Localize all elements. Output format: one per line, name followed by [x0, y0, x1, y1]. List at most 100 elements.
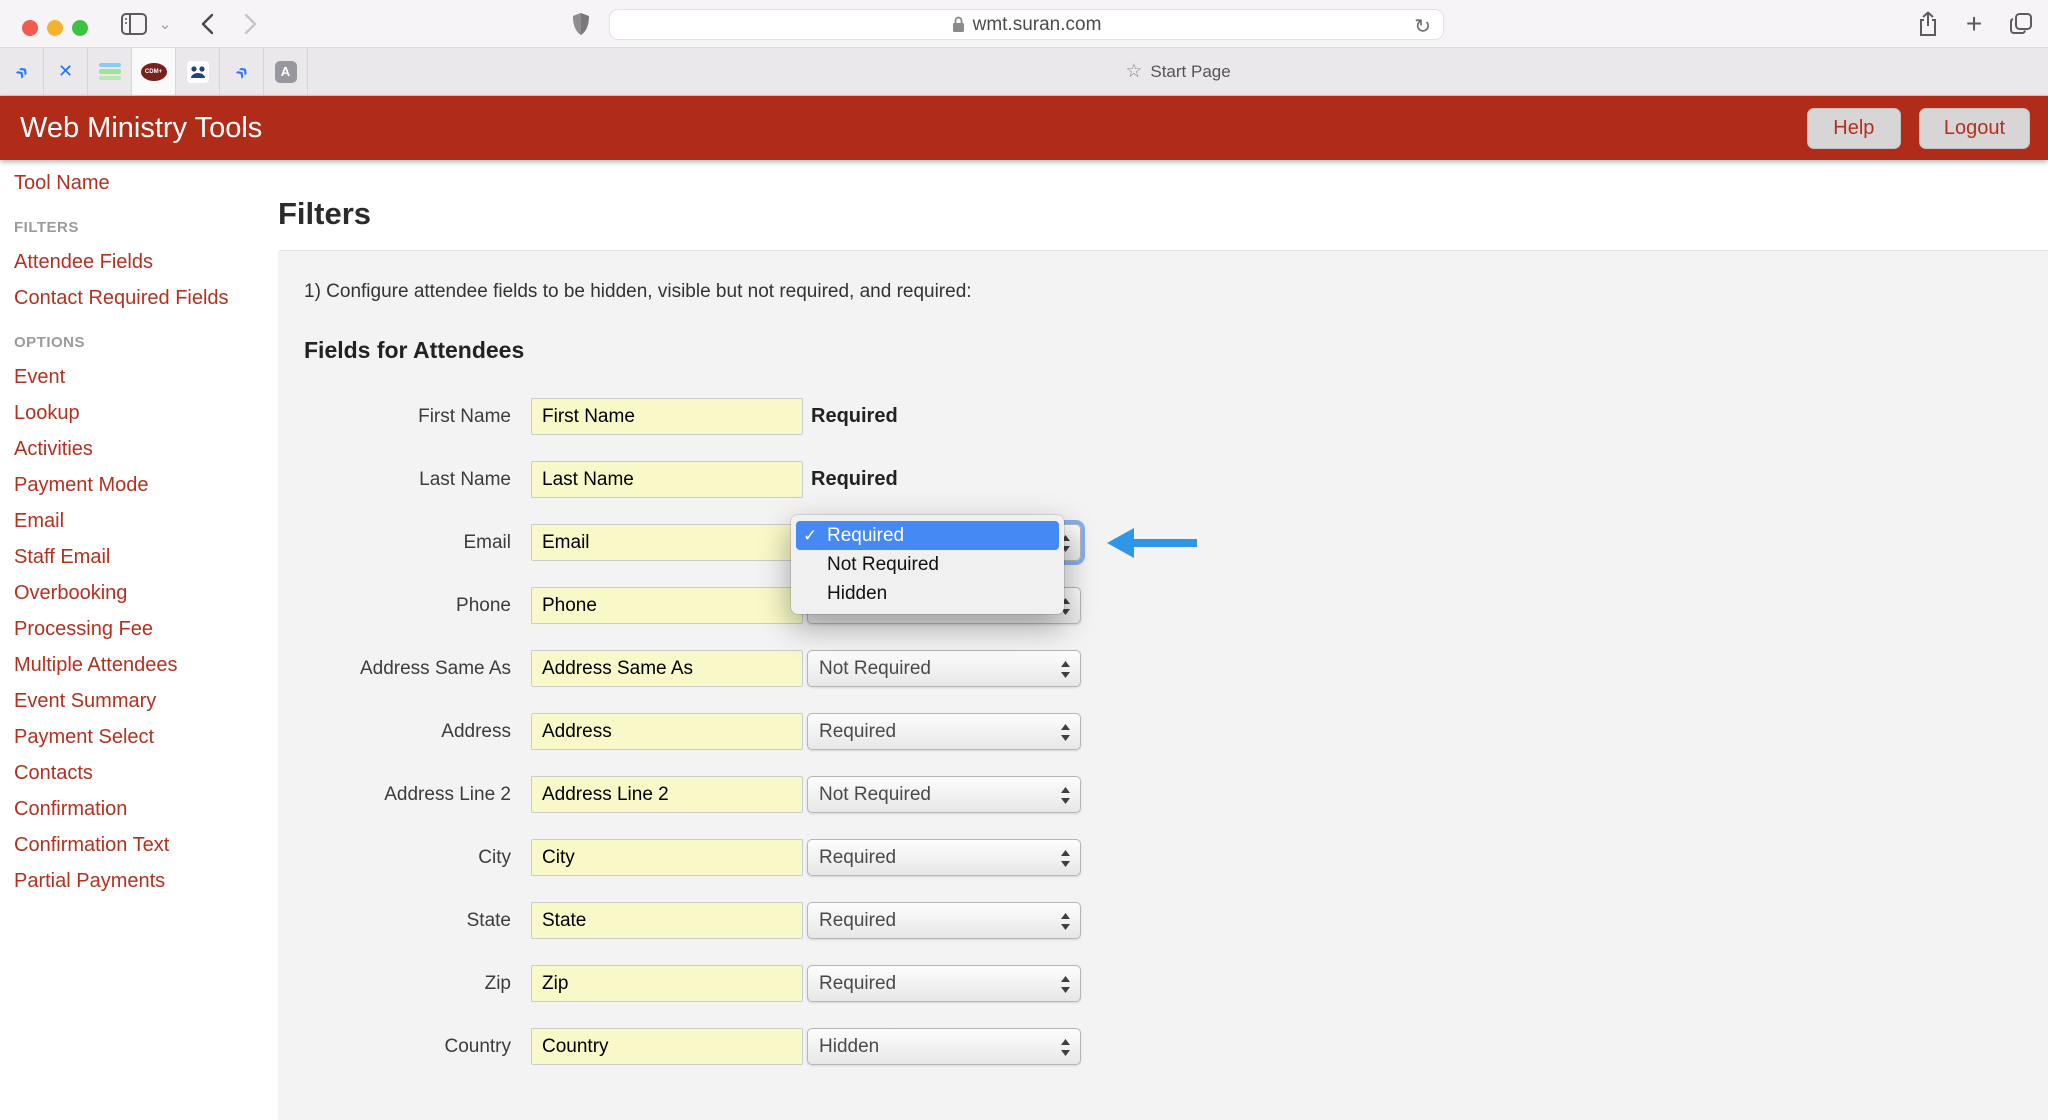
last-name-input[interactable]: [531, 461, 803, 498]
tab-start-page[interactable]: ☆ Start Page: [308, 48, 2048, 95]
tab-overview-icon[interactable]: [2004, 0, 2038, 48]
menu-item-label: Not Required: [827, 554, 939, 576]
window-minimize-button[interactable]: [47, 20, 63, 36]
phone-input[interactable]: [531, 587, 803, 624]
help-button[interactable]: Help: [1807, 108, 1901, 149]
pinned-tab-active[interactable]: CDM+: [132, 48, 176, 95]
window-zoom-button[interactable]: [72, 20, 88, 36]
pinned-tab[interactable]: »: [220, 48, 264, 95]
address-status-select[interactable]: Required: [807, 713, 1081, 750]
sidebar-item-contacts[interactable]: Contacts: [14, 762, 278, 785]
forward-button[interactable]: [236, 0, 266, 48]
sidebar-item-contact-required-fields[interactable]: Contact Required Fields: [14, 287, 278, 310]
lock-icon: [952, 16, 965, 33]
state-input[interactable]: [531, 902, 803, 939]
select-value: Not Required: [819, 784, 931, 806]
cdm-plus-icon: CDM+: [141, 63, 167, 81]
privacy-shield-icon[interactable]: [566, 0, 596, 48]
sidebar-toggle-icon[interactable]: [118, 0, 150, 48]
country-input[interactable]: [531, 1028, 803, 1065]
address-bar[interactable]: wmt.suran.com ↻: [609, 9, 1444, 40]
new-tab-button[interactable]: +: [1958, 0, 1990, 48]
menu-item-label: Required: [827, 525, 904, 547]
page-title: Filters: [278, 196, 2048, 232]
address-input[interactable]: [531, 713, 803, 750]
form-row-state: State Required: [304, 902, 2018, 939]
stepper-icon: [1060, 850, 1071, 873]
jira-arrows-icon: »: [229, 59, 254, 84]
first-name-input[interactable]: [531, 398, 803, 435]
back-button[interactable]: [192, 0, 222, 48]
letter-a-icon: A: [275, 61, 297, 83]
select-value: Hidden: [819, 1036, 879, 1058]
sidebar-item-attendee-fields[interactable]: Attendee Fields: [14, 251, 278, 274]
pinned-tab[interactable]: [176, 48, 220, 95]
pinned-tab[interactable]: [88, 48, 132, 95]
country-status-select[interactable]: Hidden: [807, 1028, 1081, 1065]
field-label: State: [304, 910, 511, 932]
sidebar-item-partial-payments[interactable]: Partial Payments: [14, 870, 278, 893]
share-icon[interactable]: [1912, 0, 1944, 48]
city-status-select[interactable]: Required: [807, 839, 1081, 876]
zip-status-select[interactable]: Required: [807, 965, 1081, 1002]
stepper-icon: [1060, 1039, 1071, 1062]
browser-toolbar: ⌄ wmt.suran.com ↻ +: [0, 0, 2048, 48]
instruction-text: 1) Configure attendee fields to be hidde…: [304, 281, 2018, 303]
field-label: Address: [304, 721, 511, 743]
address-line-2-input[interactable]: [531, 776, 803, 813]
field-label: First Name: [304, 406, 511, 428]
menu-item-required[interactable]: ✓ Required: [796, 521, 1059, 550]
url-text: wmt.suran.com: [973, 14, 1102, 36]
window-close-button[interactable]: [22, 20, 38, 36]
select-value: Required: [819, 910, 896, 932]
annotation-arrow-icon: [1107, 525, 1197, 561]
sidebar-item-processing-fee[interactable]: Processing Fee: [14, 618, 278, 641]
pinned-tab[interactable]: ✕: [44, 48, 88, 95]
sidebar-item-event-summary[interactable]: Event Summary: [14, 690, 278, 713]
sidebar-item-staff-email[interactable]: Staff Email: [14, 546, 278, 569]
address-line-2-status-select[interactable]: Not Required: [807, 776, 1081, 813]
zip-input[interactable]: [531, 965, 803, 1002]
email-input[interactable]: [531, 524, 803, 561]
field-label: Address Line 2: [304, 784, 511, 806]
pinned-tab[interactable]: A: [264, 48, 308, 95]
reload-icon[interactable]: ↻: [1414, 14, 1431, 39]
pinned-tab[interactable]: »: [0, 48, 44, 95]
people-badge-icon: [187, 61, 209, 83]
status-dropdown-menu: ✓ Required Not Required Hidden: [791, 515, 1064, 614]
sidebar-item-payment-mode[interactable]: Payment Mode: [14, 474, 278, 497]
city-input[interactable]: [531, 839, 803, 876]
form-row-first-name: First Name Required: [304, 398, 2018, 435]
select-value: Not Required: [819, 658, 931, 680]
field-label: Zip: [304, 973, 511, 995]
menu-item-hidden[interactable]: Hidden: [796, 579, 1059, 608]
sidebar-item-payment-select[interactable]: Payment Select: [14, 726, 278, 749]
chevron-down-icon[interactable]: ⌄: [155, 0, 175, 48]
sidebar-item-lookup[interactable]: Lookup: [14, 402, 278, 425]
stepper-icon: [1060, 724, 1071, 747]
state-status-select[interactable]: Required: [807, 902, 1081, 939]
striped-lines-icon: [99, 63, 121, 80]
menu-item-not-required[interactable]: Not Required: [796, 550, 1059, 579]
address-same-as-input[interactable]: [531, 650, 803, 687]
select-value: Required: [819, 973, 896, 995]
field-label: City: [304, 847, 511, 869]
sidebar-item-activities[interactable]: Activities: [14, 438, 278, 461]
sidebar-item-multiple-attendees[interactable]: Multiple Attendees: [14, 654, 278, 677]
sidebar-item-confirmation[interactable]: Confirmation: [14, 798, 278, 821]
form-row-zip: Zip Required: [304, 965, 2018, 1002]
form-row-address-same-as: Address Same As Not Required: [304, 650, 2018, 687]
sidebar-item-overbooking[interactable]: Overbooking: [14, 582, 278, 605]
form-row-country: Country Hidden: [304, 1028, 2018, 1065]
select-value: Required: [819, 721, 896, 743]
sidebar-item-event[interactable]: Event: [14, 366, 278, 389]
app-header: Web Ministry Tools Help Logout: [0, 96, 2048, 160]
form-row-address: Address Required: [304, 713, 2018, 750]
field-label: Last Name: [304, 469, 511, 491]
logout-button[interactable]: Logout: [1919, 108, 2030, 149]
sidebar-item-confirmation-text[interactable]: Confirmation Text: [14, 834, 278, 857]
sidebar-item-email[interactable]: Email: [14, 510, 278, 533]
sidebar-item-tool-name[interactable]: Tool Name: [14, 172, 278, 195]
main-content: Filters 1) Configure attendee fields to …: [278, 160, 2048, 1120]
address-same-as-status-select[interactable]: Not Required: [807, 650, 1081, 687]
